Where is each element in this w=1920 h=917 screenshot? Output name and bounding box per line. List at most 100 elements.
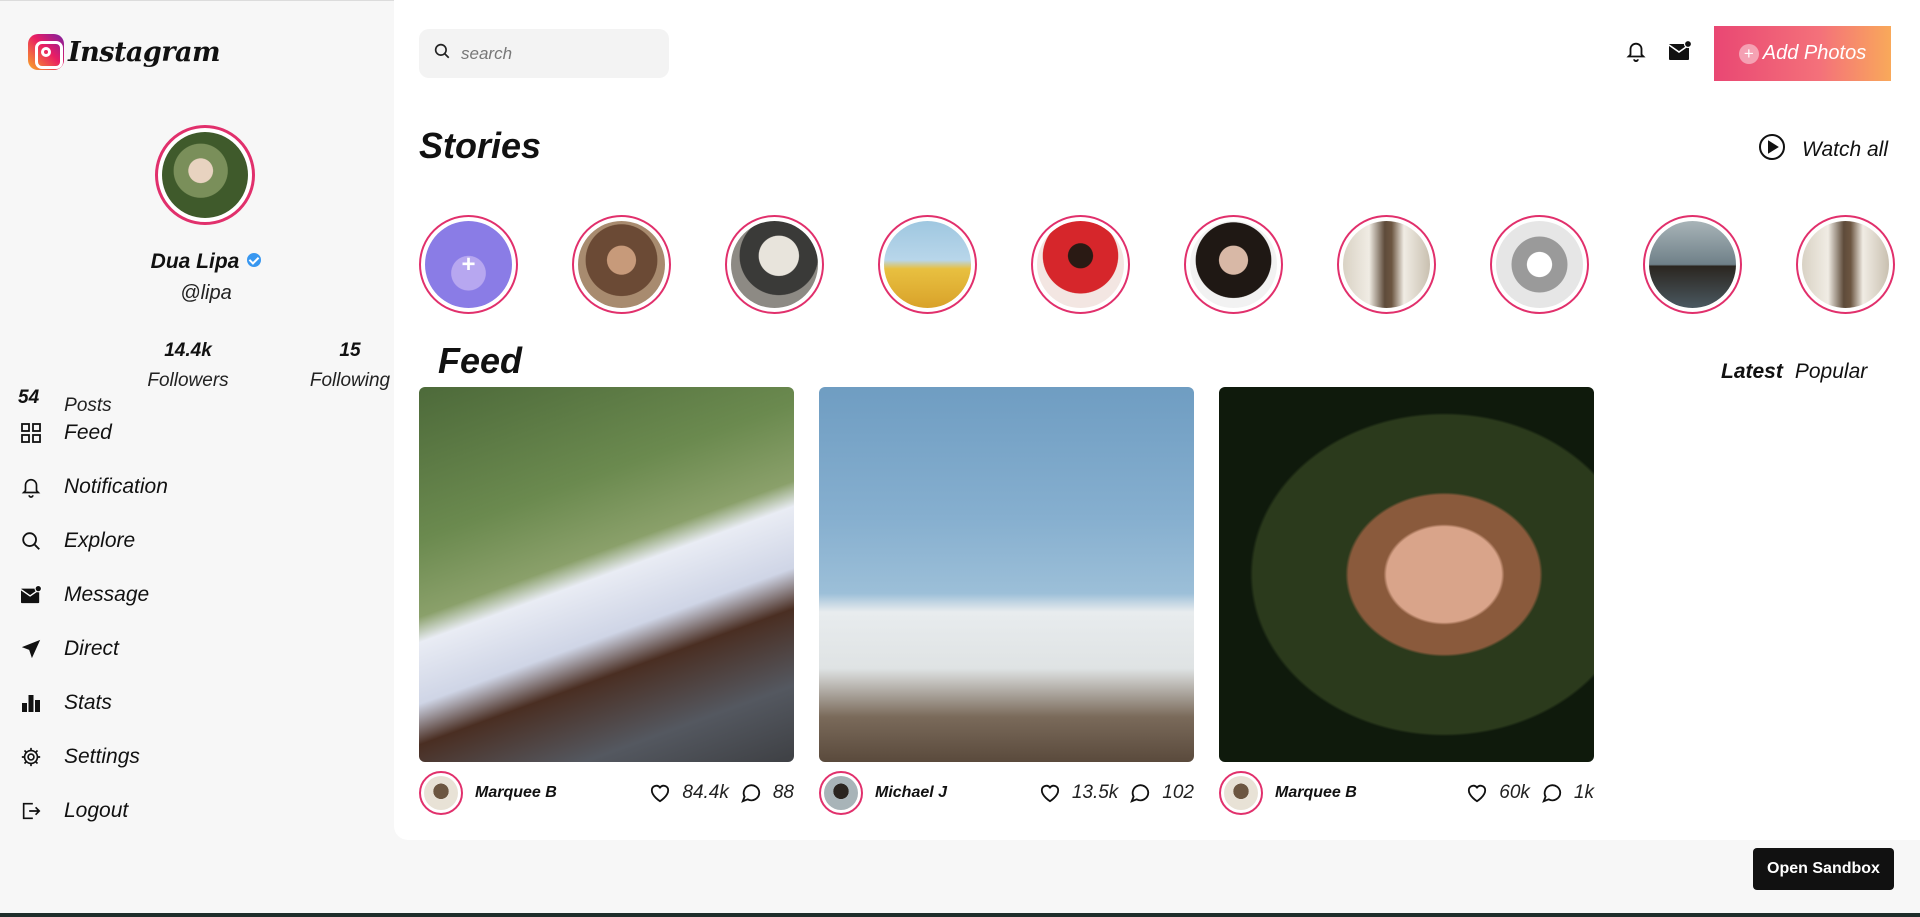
nav-item-label: Settings	[64, 745, 140, 768]
watch-all-button[interactable]: Watch all	[1758, 133, 1888, 166]
author-name[interactable]: Marquee B	[1275, 784, 1451, 802]
search-box[interactable]	[419, 29, 669, 78]
story-item[interactable]	[1337, 215, 1436, 314]
nav-item-stats[interactable]: Stats	[18, 676, 168, 730]
story-image	[1649, 221, 1736, 308]
profile-handle: @lipa	[180, 282, 232, 304]
author-name[interactable]: Marquee B	[475, 784, 634, 802]
messages-button[interactable]	[1667, 39, 1693, 67]
post-actions: 13.5k 102	[1038, 781, 1194, 805]
stat-following: 15 Following	[306, 340, 394, 392]
comment-icon[interactable]	[1128, 781, 1152, 805]
story-image	[884, 221, 971, 308]
search-input[interactable]	[461, 43, 651, 64]
nav-item-label: Feed	[64, 421, 112, 444]
search-icon	[18, 528, 44, 554]
author-name[interactable]: Michael J	[875, 784, 1024, 802]
nav-item-message[interactable]: Message	[18, 568, 168, 622]
post-card: Michael J 13.5k 102	[819, 387, 1194, 815]
profile-avatar[interactable]	[155, 125, 255, 225]
bell-icon	[18, 474, 44, 500]
tab-latest[interactable]: Latest	[1721, 360, 1783, 384]
post-photo[interactable]	[419, 387, 794, 762]
story-item[interactable]	[878, 215, 977, 314]
main-panel: + Add Photos Stories Watch all + Feed La…	[394, 0, 1920, 840]
bottom-bar	[0, 913, 1920, 917]
story-image	[578, 221, 665, 308]
post-meta: Michael J 13.5k 102	[819, 771, 1194, 815]
nav-item-label: Direct	[64, 637, 119, 660]
author-avatar[interactable]	[1219, 771, 1263, 815]
feed-posts: Marquee B 84.4k 88 Michael J 13.5k 102 M…	[419, 387, 1594, 815]
heart-icon[interactable]	[1038, 781, 1062, 805]
add-story-image: +	[425, 221, 512, 308]
nav-item-label: Explore	[64, 529, 136, 552]
comment-count: 102	[1162, 782, 1194, 803]
nav-item-label: Stats	[64, 691, 112, 714]
nav-item-explore[interactable]: Explore	[18, 514, 168, 568]
story-item[interactable]	[1796, 215, 1895, 314]
story-item[interactable]	[1184, 215, 1283, 314]
stat-following-value: 15	[339, 340, 361, 361]
nav-item-direct[interactable]: Direct	[18, 622, 168, 676]
story-item[interactable]	[1490, 215, 1589, 314]
heart-icon[interactable]	[1465, 781, 1489, 805]
nav-item-feed[interactable]: Feed	[18, 406, 168, 460]
like-count: 60k	[1499, 782, 1530, 803]
author-avatar[interactable]	[819, 771, 863, 815]
stat-followers: 14.4k Followers	[143, 340, 233, 392]
feed-title: Feed	[438, 340, 523, 381]
mail-icon	[1668, 39, 1693, 67]
comment-count: 88	[772, 782, 794, 803]
story-image	[1037, 221, 1124, 308]
plus-icon: +	[461, 250, 476, 278]
gear-icon	[18, 744, 44, 770]
stat-followers-label: Followers	[147, 370, 229, 391]
plus-circle-icon: +	[1738, 43, 1759, 64]
story-item[interactable]	[725, 215, 824, 314]
like-count: 84.4k	[682, 782, 729, 803]
story-image	[731, 221, 818, 308]
nav-item-label: Notification	[64, 475, 168, 498]
instagram-logo-icon	[28, 34, 64, 70]
post-actions: 60k 1k	[1465, 781, 1594, 805]
story-item[interactable]	[1643, 215, 1742, 314]
nav-item-logout[interactable]: Logout	[18, 784, 168, 838]
author-photo	[1224, 776, 1258, 810]
comment-icon[interactable]	[739, 781, 763, 805]
story-item[interactable]	[572, 215, 671, 314]
nav-item-label: Message	[64, 583, 150, 606]
nav-item-label: Logout	[64, 799, 129, 822]
brand-logo[interactable]: Instagram	[28, 34, 221, 70]
bar-chart-icon	[18, 690, 44, 716]
story-image	[1190, 221, 1277, 308]
verified-badge-icon	[247, 253, 262, 268]
notifications-button[interactable]	[1623, 40, 1649, 66]
tab-popular[interactable]: Popular	[1795, 360, 1867, 384]
post-meta: Marquee B 84.4k 88	[419, 771, 794, 815]
add-photos-button[interactable]: + Add Photos	[1714, 26, 1891, 81]
play-circle-icon	[1758, 133, 1786, 166]
open-sandbox-button[interactable]: Open Sandbox	[1753, 848, 1894, 890]
nav-item-settings[interactable]: Settings	[18, 730, 168, 784]
comment-icon[interactable]	[1540, 781, 1564, 805]
stories-title: Stories	[419, 125, 542, 166]
sidebar-nav: Feed Notification Explore Message Direct	[18, 406, 168, 838]
feed-tabs: Latest Popular	[1721, 360, 1867, 384]
stories-row: +	[419, 215, 1895, 314]
story-image	[1496, 221, 1583, 308]
stat-followers-value: 14.4k	[164, 340, 212, 361]
comment-count: 1k	[1573, 782, 1594, 803]
author-avatar[interactable]	[419, 771, 463, 815]
heart-icon[interactable]	[648, 781, 672, 805]
search-icon	[433, 42, 451, 65]
nav-item-notification[interactable]: Notification	[18, 460, 168, 514]
story-image	[1802, 221, 1889, 308]
add-story-button[interactable]: +	[419, 215, 518, 314]
post-photo[interactable]	[819, 387, 1194, 762]
post-meta: Marquee B 60k 1k	[1219, 771, 1594, 815]
post-actions: 84.4k 88	[648, 781, 794, 805]
post-photo[interactable]	[1219, 387, 1594, 762]
story-item[interactable]	[1031, 215, 1130, 314]
profile-name-row: Dua Lipa	[0, 250, 412, 274]
